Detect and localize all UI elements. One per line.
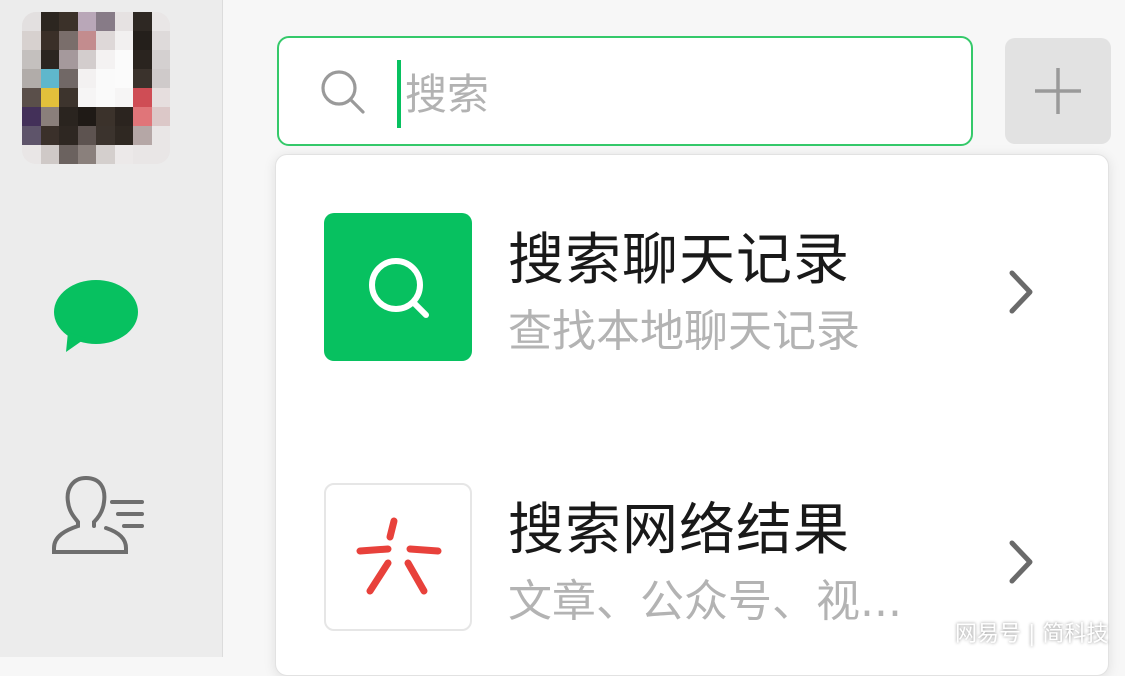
result-title: 搜索聊天记录 xyxy=(508,228,850,293)
search-suggestions-dropdown: 搜索聊天记录 查找本地聊天记录 搜索网络结果 文章、公众号、视... xyxy=(275,154,1109,676)
sidebar xyxy=(0,0,223,657)
search-box[interactable] xyxy=(277,36,973,146)
search-input[interactable] xyxy=(403,56,947,132)
result-subtitle: 查找本地聊天记录 xyxy=(508,306,860,357)
search-web-results-item[interactable]: 搜索网络结果 文章、公众号、视... xyxy=(276,465,1108,635)
web-search-logo-icon xyxy=(324,483,472,631)
search-icon xyxy=(321,70,365,114)
chat-icon[interactable] xyxy=(52,276,142,356)
result-subtitle: 文章、公众号、视... xyxy=(508,576,902,627)
plus-icon xyxy=(1035,68,1081,114)
contacts-icon[interactable] xyxy=(48,472,148,556)
chevron-right-icon xyxy=(1009,540,1033,584)
chat-search-icon xyxy=(324,213,472,361)
add-button[interactable] xyxy=(1005,38,1111,144)
search-chat-history-item[interactable]: 搜索聊天记录 查找本地聊天记录 xyxy=(276,195,1108,365)
chevron-right-icon xyxy=(1009,270,1033,314)
text-cursor xyxy=(397,60,401,128)
watermark: 网易号 | 简科技 xyxy=(955,622,1109,647)
main-panel: 搜索聊天记录 查找本地聊天记录 搜索网络结果 文章、公众号、视... xyxy=(223,0,1125,676)
avatar[interactable] xyxy=(22,12,170,164)
result-title: 搜索网络结果 xyxy=(508,498,850,563)
